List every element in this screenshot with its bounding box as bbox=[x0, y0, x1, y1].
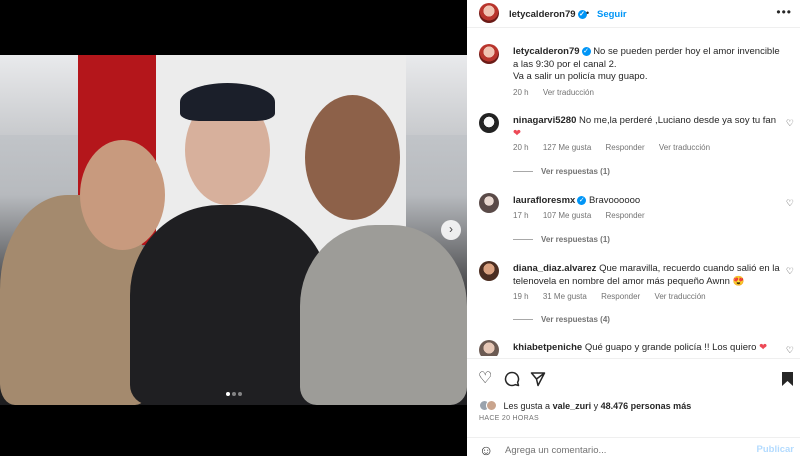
comment-time: 20 h bbox=[513, 143, 529, 152]
comment-reply-link[interactable]: Responder bbox=[606, 143, 645, 152]
caption-time: 20 h bbox=[513, 88, 529, 97]
photo-person-woman-head bbox=[80, 140, 165, 250]
view-replies-link[interactable]: Ver respuestas (1) bbox=[513, 167, 610, 176]
liker-username[interactable]: vale_zuri bbox=[553, 401, 592, 411]
carousel-dot bbox=[237, 392, 242, 396]
comment-text: diana_diaz.alvarez Que maravilla, recuer… bbox=[513, 263, 781, 288]
post-actions: ♡ Les gusta a vale_zuri y 48.476 persona… bbox=[467, 358, 800, 456]
comment-translate-link[interactable]: Ver traducción bbox=[659, 143, 710, 152]
author-avatar[interactable] bbox=[479, 3, 499, 23]
replies-line bbox=[513, 239, 533, 241]
carousel-dot bbox=[231, 392, 236, 396]
comment-username[interactable]: diana_diaz.alvarez bbox=[513, 263, 596, 274]
comment-like-heart-icon[interactable]: ♡ bbox=[786, 118, 794, 129]
view-replies-link[interactable]: Ver respuestas (1) bbox=[513, 235, 610, 244]
caption-meta: 20 h Ver traducción bbox=[513, 88, 606, 97]
verified-badge-icon: ✓ bbox=[581, 46, 591, 56]
more-options-icon[interactable]: ••• bbox=[776, 5, 792, 19]
comment-like-heart-icon[interactable]: ♡ bbox=[786, 345, 794, 356]
photo-person-man bbox=[300, 225, 467, 405]
comment-text: laurafloresmx ✓ Bravoooooo bbox=[513, 195, 781, 208]
caption-translate-link[interactable]: Ver traducción bbox=[543, 88, 594, 97]
header-separator: • bbox=[586, 8, 590, 18]
photo-person-man-head bbox=[305, 95, 400, 220]
share-icon[interactable] bbox=[530, 371, 546, 391]
likes-summary[interactable]: Les gusta a vale_zuri y 48.476 personas … bbox=[479, 400, 692, 412]
chevron-right-icon: › bbox=[449, 222, 453, 236]
view-replies-link[interactable]: Ver respuestas (4) bbox=[513, 315, 610, 324]
bookmark-icon[interactable] bbox=[781, 371, 794, 391]
comment-input[interactable] bbox=[505, 442, 745, 456]
comment-body: Qué guapo y grande policía !! Los quiero bbox=[584, 342, 757, 353]
comments-list[interactable]: letycalderon79 ✓ No se pueden perder hoy … bbox=[467, 29, 800, 356]
carousel-dot bbox=[225, 392, 230, 396]
comment-body: Bravoooooo bbox=[588, 195, 641, 206]
post-photo[interactable] bbox=[0, 55, 467, 405]
comment-meta: 20 h 127 Me gusta Responder Ver traducci… bbox=[513, 143, 722, 152]
commenter-avatar[interactable] bbox=[479, 113, 499, 133]
liker-avatar bbox=[486, 400, 497, 412]
caption-avatar[interactable] bbox=[479, 44, 499, 64]
comment-username[interactable]: ninagarvi5280 bbox=[513, 115, 576, 126]
comment-like-heart-icon[interactable]: ♡ bbox=[786, 198, 794, 209]
comment-reply-link[interactable]: Responder bbox=[601, 292, 640, 301]
post-media: › bbox=[0, 0, 467, 456]
comment-username[interactable]: laurafloresmx bbox=[513, 195, 575, 206]
comment-text: khiabetpeniche Qué guapo y grande policí… bbox=[513, 342, 781, 355]
caption-text: letycalderon79 ✓ No se pueden perder hoy … bbox=[513, 46, 781, 84]
carousel-dots bbox=[0, 388, 467, 398]
comment-time: 17 h bbox=[513, 211, 529, 220]
posted-time: HACE 20 HORAS bbox=[479, 415, 539, 422]
comment-meta: 17 h 107 Me gusta Responder bbox=[513, 211, 657, 220]
heart-eyes-emoji: 😍 bbox=[732, 275, 745, 287]
caption-username[interactable]: letycalderon79 bbox=[513, 46, 580, 57]
replies-line bbox=[513, 319, 533, 321]
post-header: letycalderon79 ✓ • Seguir ••• bbox=[467, 0, 800, 28]
likes-count[interactable]: 48.476 personas más bbox=[601, 401, 692, 411]
follow-button[interactable]: Seguir bbox=[597, 9, 627, 20]
caption-line-2: Va a salir un policía muy guapo. bbox=[513, 71, 648, 82]
emoji-icon[interactable]: ☺ bbox=[479, 443, 493, 456]
comment-icon[interactable] bbox=[504, 371, 520, 391]
comment-body: No me,la perderé ,Luciano desde ya soy t… bbox=[579, 115, 776, 126]
comment-likes[interactable]: 107 Me gusta bbox=[543, 211, 591, 220]
commenter-avatar[interactable] bbox=[479, 193, 499, 213]
comment-like-heart-icon[interactable]: ♡ bbox=[786, 266, 794, 277]
comment-likes[interactable]: 127 Me gusta bbox=[543, 143, 591, 152]
comment-meta: 19 h 31 Me gusta Responder Ver traducció… bbox=[513, 292, 718, 301]
comment-username[interactable]: khiabetpeniche bbox=[513, 342, 582, 353]
verified-badge-icon: ✓ bbox=[577, 195, 587, 205]
replies-line bbox=[513, 171, 533, 173]
red-heart-emoji: ❤ bbox=[513, 127, 521, 139]
red-heart-emoji: ❤ bbox=[759, 342, 768, 353]
comment-time: 19 h bbox=[513, 292, 529, 301]
carousel-next-button[interactable]: › bbox=[441, 220, 461, 240]
comment-text: ninagarvi5280 No me,la perderé ,Luciano … bbox=[513, 115, 781, 140]
likes-middle: y bbox=[593, 400, 599, 411]
post-side-panel: letycalderon79 ✓ • Seguir ••• letycaldero… bbox=[467, 0, 800, 456]
author-username[interactable]: letycalderon79 ✓ bbox=[509, 9, 587, 20]
comment-translate-link[interactable]: Ver traducción bbox=[654, 292, 705, 301]
comment-reply-link[interactable]: Responder bbox=[606, 211, 645, 220]
commenter-avatar[interactable] bbox=[479, 340, 499, 356]
post-comment-button[interactable]: Publicar bbox=[757, 444, 795, 455]
comment-likes[interactable]: 31 Me gusta bbox=[543, 292, 587, 301]
comment-composer: ☺ Publicar bbox=[467, 437, 800, 456]
commenter-avatar[interactable] bbox=[479, 261, 499, 281]
likes-prefix: Les gusta a bbox=[503, 400, 551, 411]
like-heart-icon[interactable]: ♡ bbox=[478, 371, 492, 387]
photo-police-cap bbox=[180, 83, 275, 121]
